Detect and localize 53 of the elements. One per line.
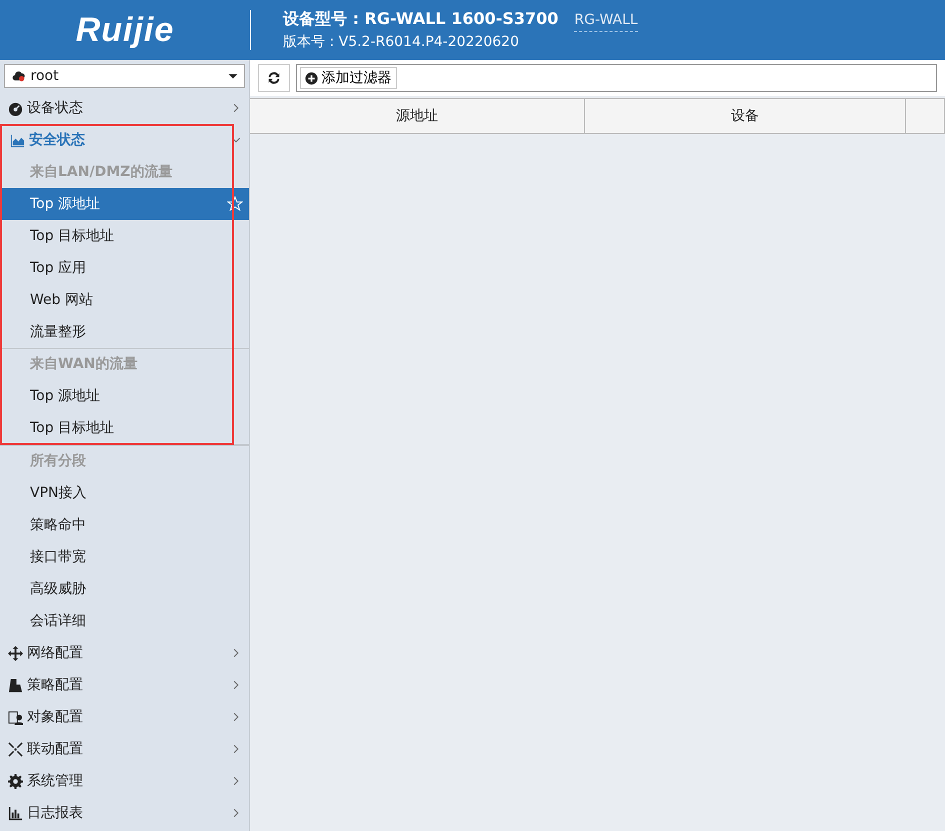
chevron-right-icon [231,712,241,722]
chevron-right-icon [231,776,241,786]
plus-circle-icon [305,72,318,84]
chevron-right-icon [231,648,241,658]
menu-item[interactable]: 高级威胁 [0,573,249,605]
bar-chart-icon [8,806,23,820]
refresh-button[interactable] [258,64,290,92]
document-icon [8,678,23,692]
version-text: 版本号 : V5.2-R6014.P4-20220620 [283,33,520,52]
section-heading: 来自LAN/DMZ的流量 [28,162,174,182]
model-link[interactable]: RG-WALL [574,10,638,32]
device-model-title: 设备型号 : RG-WALL 1600-S3700 [283,8,558,30]
scatter-icon [8,742,23,756]
caret-icon [228,71,238,81]
menu-group[interactable]: 日志报表 [0,797,249,829]
filter-bar[interactable]: 添加过滤器 [296,64,937,92]
section-heading: 所有分段 [0,445,249,477]
chevron-right-icon [231,744,241,754]
section-heading: 来自WAN的流量 [0,348,249,380]
cloud-icon [11,69,27,83]
add-filter-button[interactable]: 添加过滤器 [300,67,396,89]
menu-item[interactable]: 流量整形 [0,316,249,348]
menu-item[interactable]: Top 目标地址 [0,412,249,444]
refresh-icon [267,71,281,85]
chevron-down-icon [231,135,241,145]
menu-item[interactable]: 策略命中 [0,509,249,541]
menu-group[interactable]: 策略配置 [0,669,249,701]
area-chart-icon [10,132,25,148]
dashboard-icon [8,100,23,116]
menu-item[interactable]: Top 源地址 [0,188,249,220]
menu-item[interactable]: 接口带宽 [0,541,249,573]
menu-group[interactable]: 对象配置 [0,701,249,733]
column-header: 源地址 [250,98,585,134]
menu-item[interactable]: Top 源地址 [0,380,249,412]
menu-item[interactable]: Top 目标地址 [0,220,249,252]
move-arrows-icon [8,646,23,660]
menu-group[interactable]: 联动配置 [0,733,249,765]
vsys-select[interactable]: root [4,64,245,88]
chevron-right-icon [231,103,241,113]
menu-item[interactable]: Web 网站 [0,284,249,316]
menu-item[interactable]: 会话详细 [0,605,249,637]
menu-group[interactable]: 系统管理 [0,765,249,797]
menu-group[interactable]: 设备状态 [0,92,249,124]
menu-item[interactable]: Top 应用 [0,252,249,284]
gear-icon [8,774,23,788]
menu-item[interactable]: VPN接入 [0,477,249,509]
contact-card-icon [8,710,23,724]
menu-group[interactable]: 网络配置 [0,637,249,669]
star-icon [227,196,243,212]
logo: Ruijie [76,10,174,50]
column-header: 设备 [585,98,906,134]
chevron-right-icon [231,680,241,690]
chevron-right-icon [231,808,241,818]
